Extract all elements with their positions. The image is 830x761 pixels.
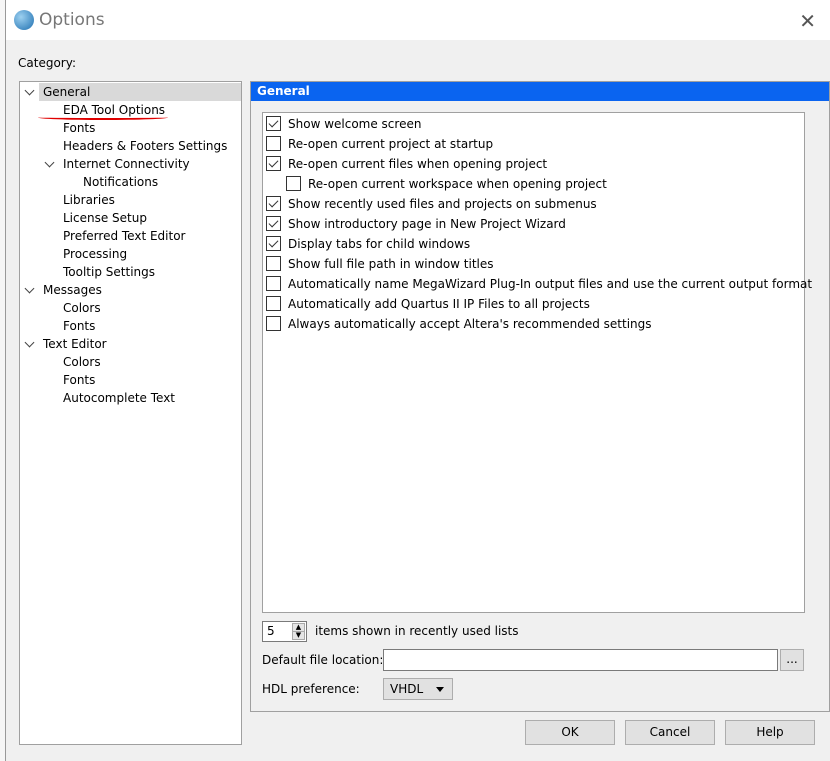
option-checkbox[interactable]: Re-open current project at startup (266, 135, 804, 153)
checkbox-unchecked-icon[interactable] (266, 276, 281, 291)
option-label: Re-open current project at startup (288, 137, 494, 151)
option-checkbox[interactable]: Re-open current files when opening proje… (266, 155, 804, 173)
dropdown-arrow-icon (436, 687, 444, 692)
tree-item-label: Fonts (63, 373, 96, 387)
browse-button[interactable]: ... (780, 649, 804, 671)
tree-item-label: Text Editor (43, 337, 107, 351)
tree-item[interactable]: Tooltip Settings (63, 263, 155, 281)
checkbox-checked-icon[interactable] (266, 236, 281, 251)
file-location-input[interactable] (383, 649, 778, 671)
hdl-label: HDL preference: (262, 682, 360, 696)
general-panel: General Show welcome screen Re-open curre… (250, 81, 830, 712)
option-label: Re-open current files when opening proje… (288, 157, 548, 171)
file-location-label: Default file location: (262, 653, 384, 667)
checkbox-unchecked-icon[interactable] (286, 176, 301, 191)
chevron-down-icon[interactable] (44, 157, 55, 168)
hdl-select[interactable]: VHDL (383, 678, 453, 700)
option-label: Show full file path in window titles (288, 257, 494, 271)
checkbox-checked-icon[interactable] (266, 216, 281, 231)
tree-item[interactable]: Text Editor (43, 335, 107, 353)
tree-item-label: Colors (63, 301, 101, 315)
options-list: Show welcome screen Re-open current proje… (262, 112, 812, 613)
hdl-value: VHDL (390, 682, 424, 696)
option-label: Always automatically accept Altera's rec… (288, 317, 652, 331)
tree-item-label: Libraries (63, 193, 115, 207)
category-label: Category: (18, 56, 76, 70)
option-checkbox[interactable]: Always automatically accept Altera's rec… (266, 315, 804, 333)
option-checkbox[interactable]: Automatically name MegaWizard Plug-In ou… (266, 275, 812, 293)
option-checkbox[interactable]: Show introductory page in New Project Wi… (266, 215, 804, 233)
window-title: Options (39, 10, 105, 30)
tree-item[interactable]: Internet Connectivity (63, 155, 190, 173)
option-checkbox[interactable]: Show welcome screen (266, 115, 804, 133)
options-dialog: Options ✕ Category: General EDA Tool Opti… (5, 0, 830, 761)
tree-item[interactable]: Messages (43, 281, 102, 299)
option-label: Display tabs for child windows (288, 237, 471, 251)
tree-item[interactable]: Colors (63, 353, 101, 371)
option-label: Show welcome screen (288, 117, 422, 131)
chevron-down-icon[interactable] (24, 337, 35, 348)
option-label: Show recently used files and projects on… (288, 197, 597, 211)
option-label: Automatically add Quartus II IP Files to… (288, 297, 590, 311)
checkbox-checked-icon[interactable] (266, 196, 281, 211)
tree-item-label: Messages (43, 283, 102, 297)
checkbox-unchecked-icon[interactable] (266, 136, 281, 151)
tree-item[interactable]: Fonts (63, 119, 95, 137)
tree-item[interactable]: General (39, 83, 241, 101)
tree-item-label: Colors (63, 355, 101, 369)
tree-item-label: Preferred Text Editor (63, 229, 186, 243)
panel-header: General (251, 82, 829, 101)
tree-item[interactable]: Processing (63, 245, 127, 263)
recent-count-spinner[interactable]: 5 ▲ ▼ (262, 621, 307, 642)
option-checkbox[interactable]: Automatically add Quartus II IP Files to… (266, 295, 804, 313)
option-label: Re-open current workspace when opening p… (308, 177, 607, 191)
checkbox-checked-icon[interactable] (266, 116, 281, 131)
tree-item-label: License Setup (63, 211, 147, 225)
help-button[interactable]: Help (725, 720, 815, 745)
option-label: Show introductory page in New Project Wi… (288, 217, 566, 231)
tree-item[interactable]: Fonts (63, 371, 95, 389)
option-checkbox[interactable]: Display tabs for child windows (266, 235, 804, 253)
checkbox-unchecked-icon[interactable] (266, 256, 281, 271)
tree-item-label: Tooltip Settings (63, 265, 155, 279)
ok-button[interactable]: OK (525, 720, 615, 745)
checkbox-checked-icon[interactable] (266, 156, 281, 171)
tree-item[interactable]: Fonts (63, 317, 95, 335)
option-checkbox[interactable]: Show full file path in window titles (266, 255, 804, 273)
tree-item[interactable]: Preferred Text Editor (63, 227, 186, 245)
recent-count-label: items shown in recently used lists (315, 624, 519, 638)
quartus-globe-icon (14, 10, 34, 30)
chevron-down-icon[interactable] (24, 85, 35, 96)
option-label: Automatically name MegaWizard Plug-In ou… (288, 277, 813, 291)
red-annotation-underline (38, 115, 168, 120)
tree-item-label: Headers & Footers Settings (63, 139, 228, 153)
close-icon[interactable]: ✕ (799, 9, 816, 33)
spin-down-icon[interactable]: ▼ (292, 631, 305, 640)
tree-item-label: General (43, 85, 91, 99)
tree-item-label: Processing (63, 247, 128, 261)
tree-item[interactable]: Notifications (83, 173, 158, 191)
chevron-down-icon[interactable] (24, 283, 35, 294)
recent-count-value: 5 (267, 624, 275, 638)
tree-item[interactable]: License Setup (63, 209, 147, 227)
tree-item[interactable]: Colors (63, 299, 101, 317)
tree-item-label: Fonts (63, 319, 96, 333)
option-checkbox[interactable]: Show recently used files and projects on… (266, 195, 804, 213)
tree-item-label: Notifications (83, 175, 159, 189)
tree-item[interactable]: Headers & Footers Settings (63, 137, 227, 155)
tree-item-label: Internet Connectivity (63, 157, 190, 171)
option-checkbox[interactable]: Re-open current workspace when opening p… (286, 175, 804, 193)
tree-item[interactable]: Autocomplete Text (63, 389, 175, 407)
cancel-button[interactable]: Cancel (625, 720, 715, 745)
tree-item-label: Fonts (63, 121, 96, 135)
checkbox-unchecked-icon[interactable] (266, 316, 281, 331)
tree-item-label: Autocomplete Text (63, 391, 175, 405)
title-bar: Options ✕ (6, 0, 830, 40)
tree-item[interactable]: Libraries (63, 191, 115, 209)
category-tree[interactable]: General EDA Tool Options Fonts Headers & Fo… (19, 81, 242, 745)
checkbox-unchecked-icon[interactable] (266, 296, 281, 311)
